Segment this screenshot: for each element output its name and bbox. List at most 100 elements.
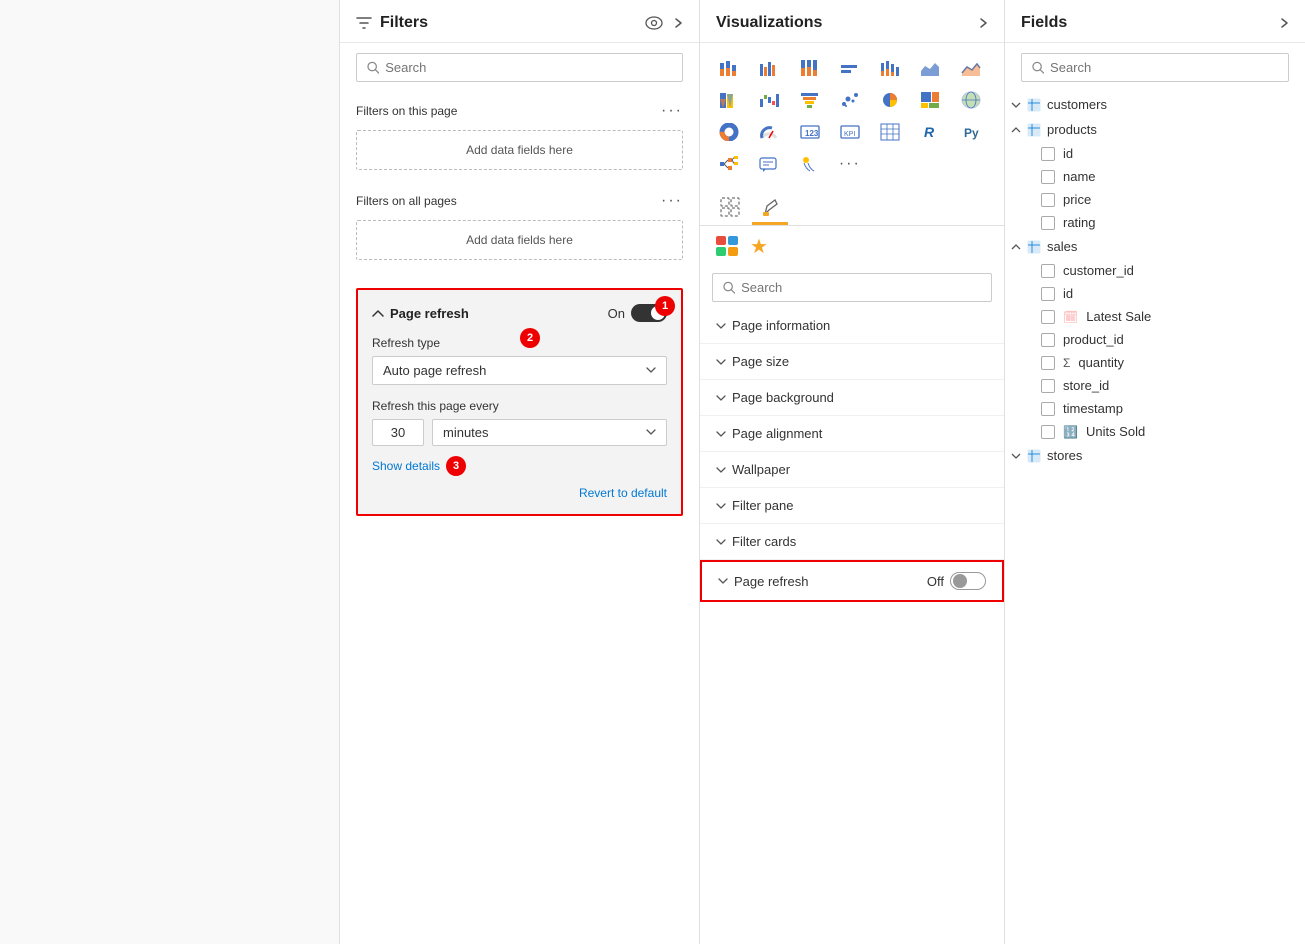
field-sales-id[interactable]: id	[1005, 282, 1305, 305]
table-name-customers: customers	[1047, 97, 1107, 112]
viz-icon-waterfall[interactable]	[752, 85, 786, 115]
add-data-this-page[interactable]: Add data fields here	[356, 130, 683, 170]
field-checkbox[interactable]	[1041, 379, 1055, 393]
viz-icon-card[interactable]: 123	[793, 117, 827, 147]
refresh-type-chevron-icon	[646, 367, 656, 374]
filters-all-pages-more[interactable]: ···	[661, 192, 683, 210]
viz-icon-python[interactable]: Py	[954, 117, 988, 147]
table-group-sales[interactable]: sales	[1005, 234, 1305, 259]
refresh-type-select[interactable]: Auto page refresh	[372, 356, 667, 385]
filters-search-icon	[367, 61, 379, 74]
viz-title: Visualizations	[716, 14, 822, 32]
viz-icon-scatter[interactable]	[833, 85, 867, 115]
table-group-products[interactable]: products	[1005, 117, 1305, 142]
page-refresh-box: Page refresh On 1 Refresh type 2 Auto pa…	[356, 288, 683, 516]
star-icon[interactable]: ★	[746, 232, 772, 261]
fields-collapse-icon[interactable]	[1279, 16, 1289, 30]
fields-header: Fields	[1005, 0, 1305, 43]
viz-icon-qa[interactable]	[752, 149, 786, 179]
fields-search-box[interactable]	[1021, 53, 1289, 82]
field-sales-timestamp[interactable]: timestamp	[1005, 397, 1305, 420]
field-name: price	[1063, 192, 1091, 207]
viz-icon-area-chart[interactable]	[913, 53, 947, 83]
section-chevron-icon	[716, 466, 726, 474]
viz-icon-gauge[interactable]	[752, 117, 786, 147]
viz-icon-kpi[interactable]: KPI	[833, 117, 867, 147]
viz-section-page-bg[interactable]: Page background	[700, 380, 1004, 416]
field-sales-latest-sale[interactable]: 🗓 Latest Sale	[1005, 305, 1305, 328]
fields-panel: Fields customers products id	[1005, 0, 1305, 944]
field-checkbox[interactable]	[1041, 402, 1055, 416]
page-refresh-collapse-icon[interactable]	[372, 309, 384, 317]
table-group-stores[interactable]: stores	[1005, 443, 1305, 468]
viz-icon-smart-narrative[interactable]	[793, 149, 827, 179]
viz-icon-r[interactable]: R	[913, 117, 947, 147]
viz-search-box[interactable]	[712, 273, 992, 302]
viz-icon-matrix[interactable]	[873, 117, 907, 147]
viz-search-input[interactable]	[741, 280, 981, 295]
field-checkbox[interactable]	[1041, 193, 1055, 207]
add-data-all-pages[interactable]: Add data fields here	[356, 220, 683, 260]
viz-icon-pie[interactable]	[873, 85, 907, 115]
viz-icon-stacked-bar-100[interactable]	[793, 53, 827, 83]
field-products-name[interactable]: name	[1005, 165, 1305, 188]
field-checkbox[interactable]	[1041, 170, 1055, 184]
viz-icon-bar-chart[interactable]	[833, 53, 867, 83]
filters-collapse-icon[interactable]	[673, 16, 683, 30]
refresh-unit-select[interactable]: minutes	[432, 419, 667, 446]
viz-section-filter-cards[interactable]: Filter cards	[700, 524, 1004, 560]
viz-section-page-info[interactable]: Page information	[700, 308, 1004, 344]
field-checkbox[interactable]	[1041, 333, 1055, 347]
viz-section-page-alignment[interactable]: Page alignment	[700, 416, 1004, 452]
show-details-link[interactable]: Show details	[372, 459, 440, 473]
viz-icon-donut[interactable]	[712, 117, 746, 147]
field-checkbox[interactable]	[1041, 147, 1055, 161]
viz-icon-decomp-tree[interactable]	[712, 149, 746, 179]
field-checkbox[interactable]	[1041, 310, 1055, 324]
filters-search-box[interactable]	[356, 53, 683, 82]
revert-to-default-link[interactable]: Revert to default	[372, 486, 667, 500]
field-sales-customer-id[interactable]: customer_id	[1005, 259, 1305, 282]
viz-section-page-refresh[interactable]: Page refresh Off	[700, 560, 1004, 602]
viz-icon-map[interactable]	[954, 85, 988, 115]
viz-icon-ribbon[interactable]	[712, 85, 746, 115]
viz-tab-paint[interactable]	[752, 191, 788, 225]
refresh-interval-input[interactable]	[372, 419, 424, 446]
viz-tabs-row	[700, 185, 1004, 226]
viz-icon-treemap[interactable]	[913, 85, 947, 115]
field-sales-units-sold[interactable]: 🔢 Units Sold	[1005, 420, 1305, 443]
color-squares-icon[interactable]	[712, 232, 742, 260]
field-products-price[interactable]: price	[1005, 188, 1305, 211]
filters-header: Filters	[340, 0, 699, 43]
field-products-id[interactable]: id	[1005, 142, 1305, 165]
viz-collapse-icon[interactable]	[978, 16, 988, 30]
viz-icon-line-chart[interactable]	[873, 53, 907, 83]
filters-this-page-more[interactable]: ···	[661, 102, 683, 120]
field-sales-quantity[interactable]: Σ quantity	[1005, 351, 1305, 374]
field-checkbox[interactable]	[1041, 356, 1055, 370]
field-checkbox[interactable]	[1041, 425, 1055, 439]
viz-icon-clustered-bar[interactable]	[752, 53, 786, 83]
viz-section-wallpaper[interactable]: Wallpaper	[700, 452, 1004, 488]
field-checkbox[interactable]	[1041, 287, 1055, 301]
viz-section-page-size[interactable]: Page size	[700, 344, 1004, 380]
viz-section-filter-pane[interactable]: Filter pane	[700, 488, 1004, 524]
page-refresh-viz-toggle[interactable]	[950, 572, 986, 590]
viz-tab-format[interactable]	[712, 191, 748, 225]
refresh-every-label: Refresh this page every	[372, 399, 667, 413]
field-sales-store-id[interactable]: store_id	[1005, 374, 1305, 397]
viz-icon-line-area[interactable]	[954, 53, 988, 83]
eye-icon[interactable]	[645, 16, 663, 30]
table-icon	[1027, 123, 1041, 137]
field-products-rating[interactable]: rating	[1005, 211, 1305, 234]
viz-icon-funnel[interactable]	[793, 85, 827, 115]
viz-icon-more[interactable]: ···	[833, 149, 867, 179]
viz-icon-stacked-bar[interactable]	[712, 53, 746, 83]
filters-search-input[interactable]	[385, 60, 672, 75]
field-sales-product-id[interactable]: product_id	[1005, 328, 1305, 351]
field-checkbox[interactable]	[1041, 216, 1055, 230]
filters-title-area: Filters	[356, 14, 428, 32]
field-checkbox[interactable]	[1041, 264, 1055, 278]
fields-search-input[interactable]	[1050, 60, 1278, 75]
table-group-customers[interactable]: customers	[1005, 92, 1305, 117]
